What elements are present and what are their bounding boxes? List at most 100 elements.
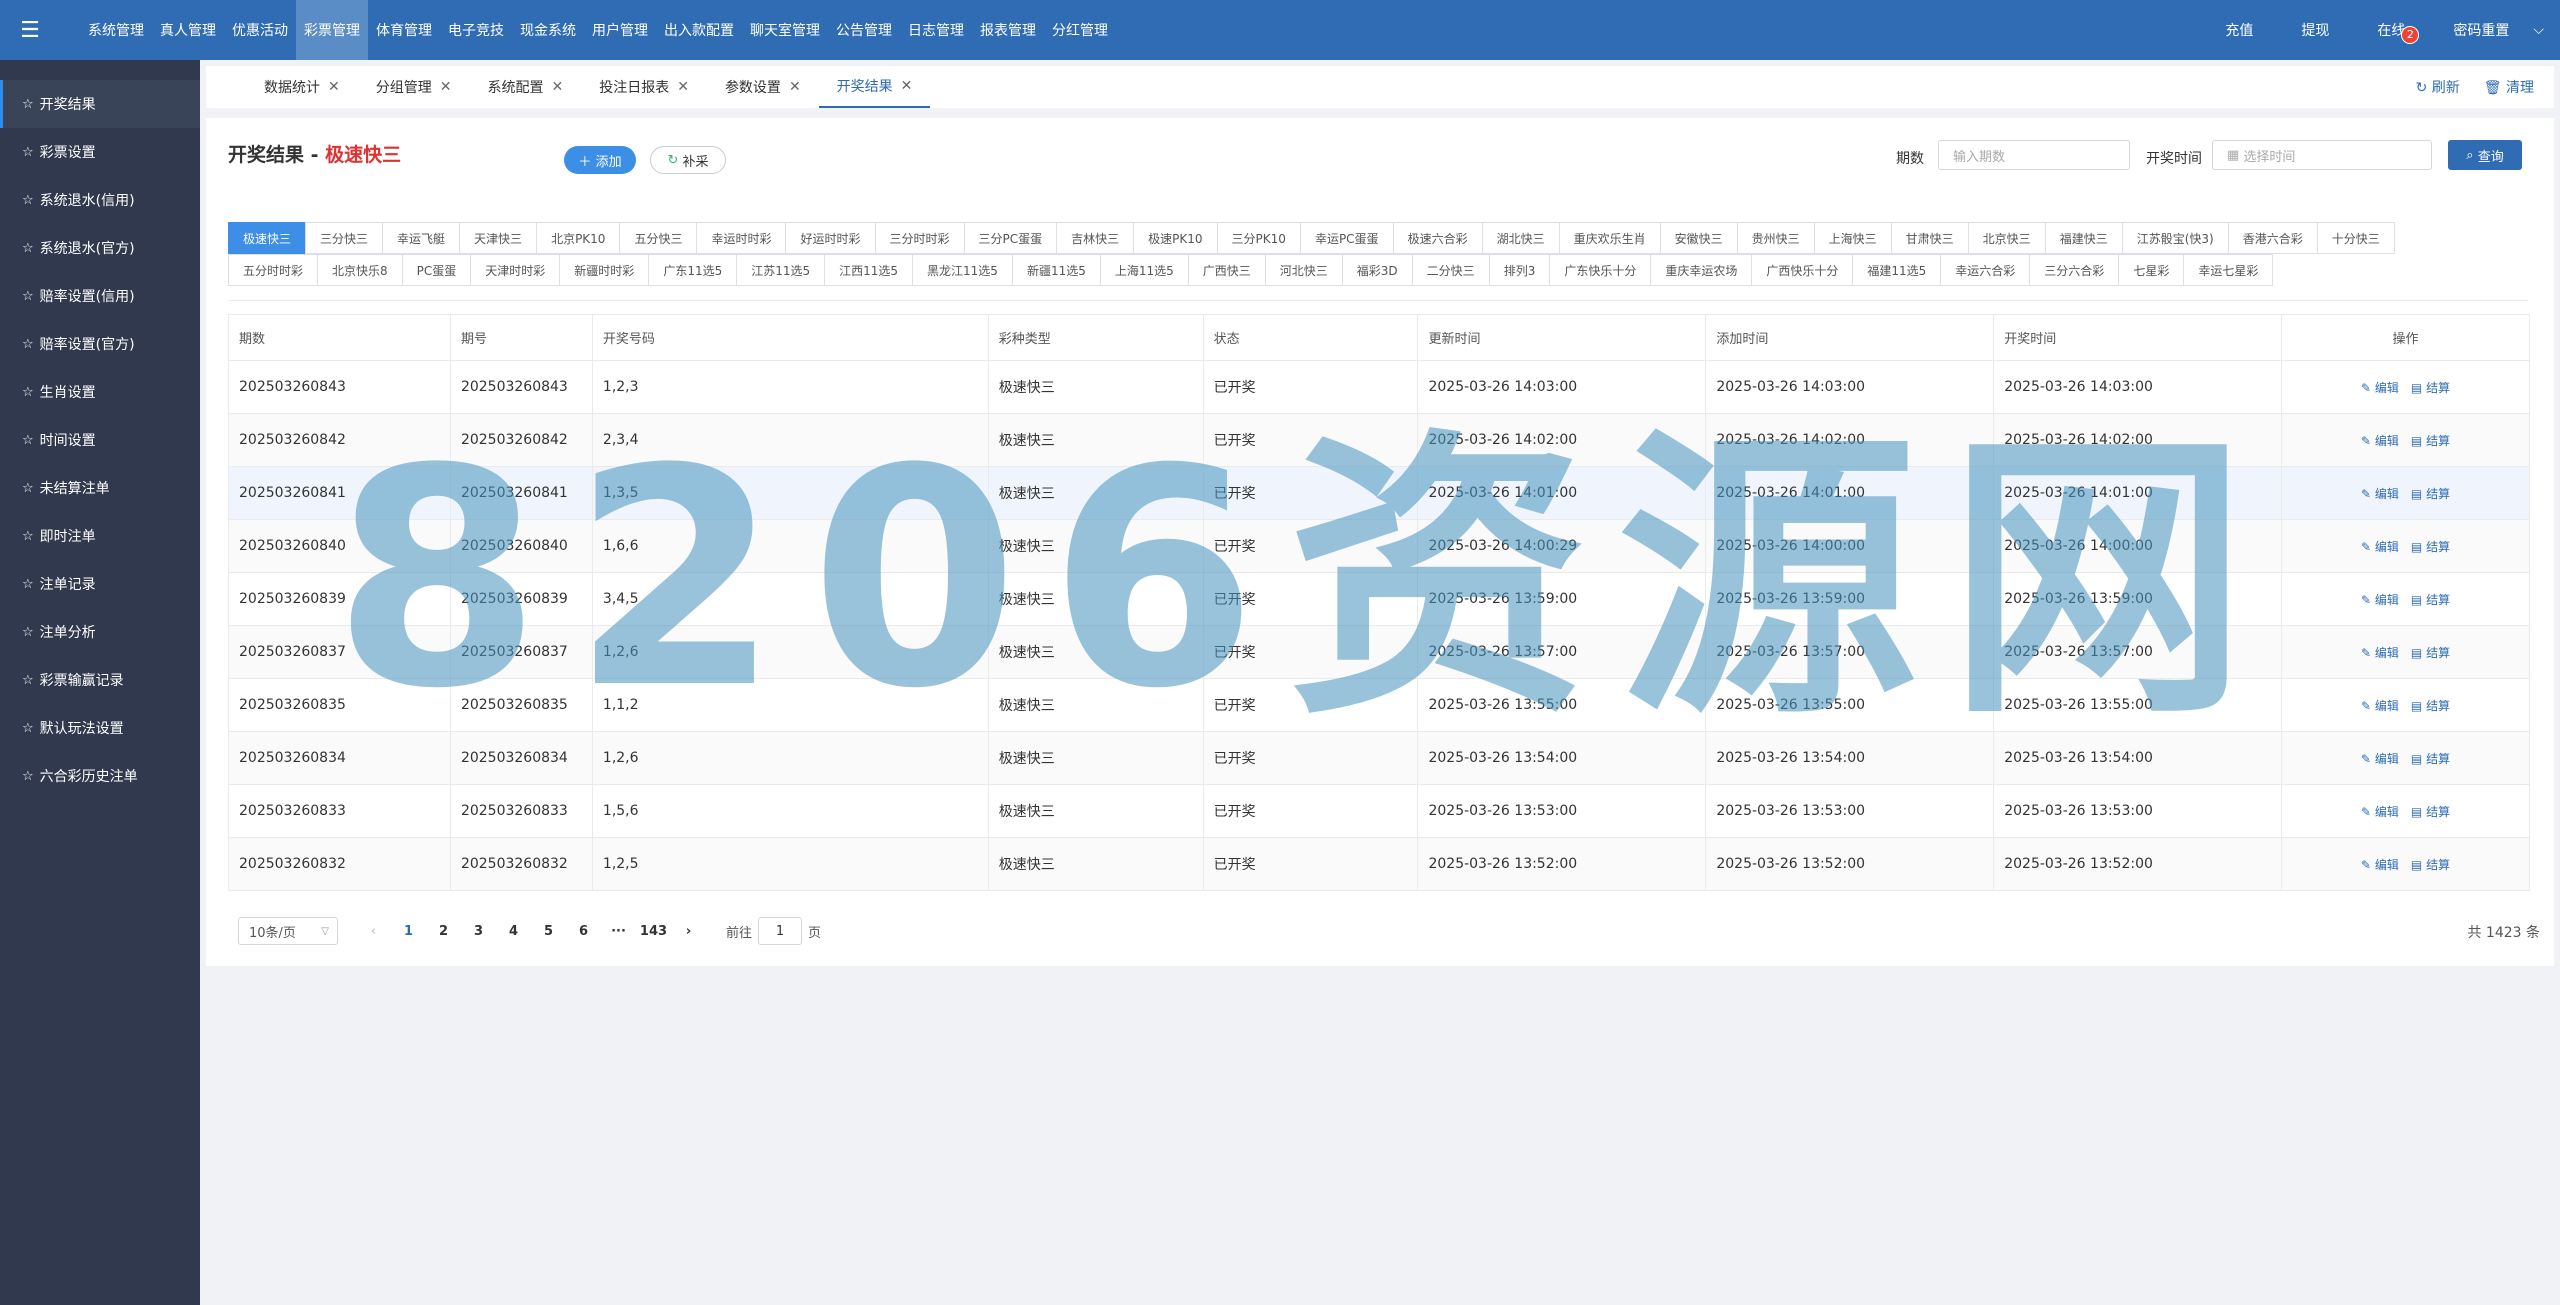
lottery-chip[interactable]: 上海快三 — [1813, 222, 1892, 254]
topnav-item[interactable]: 用户管理 — [584, 0, 656, 60]
lottery-chip[interactable]: 湖北快三 — [1481, 222, 1560, 254]
sidebar-item[interactable]: ☆ 六合彩历史注单 — [0, 752, 200, 800]
settle-link[interactable]: ▤ 结算 — [2411, 646, 2450, 660]
withdraw-link[interactable]: 提现 — [2277, 20, 2353, 40]
lottery-chip[interactable]: 极速六合彩 — [1392, 222, 1483, 254]
lottery-chip[interactable]: 三分时时彩 — [874, 222, 965, 254]
lottery-chip[interactable]: 福建快三 — [2044, 222, 2123, 254]
lottery-chip[interactable]: 上海11选5 — [1099, 254, 1189, 286]
topnav-item[interactable]: 日志管理 — [900, 0, 972, 60]
topnav-item[interactable]: 体育管理 — [368, 0, 440, 60]
topnav-item[interactable]: 公告管理 — [828, 0, 900, 60]
tab-item[interactable]: 系统配置 ✕ — [469, 66, 581, 108]
close-icon[interactable]: ✕ — [328, 79, 340, 95]
issue-filter-input[interactable]: 输入期数 — [1938, 140, 2130, 170]
topnav-item[interactable]: 彩票管理 — [296, 0, 368, 60]
lottery-chip[interactable]: 江苏骰宝(快3) — [2121, 222, 2229, 254]
sidebar-item[interactable]: ☆ 默认玩法设置 — [0, 704, 200, 752]
edit-link[interactable]: ✎ 编辑 — [2361, 593, 2399, 607]
lottery-chip[interactable]: 三分快三 — [305, 222, 384, 254]
lottery-chip[interactable]: 北京快乐8 — [317, 254, 403, 286]
lottery-chip[interactable]: 幸运飞艇 — [382, 222, 461, 254]
lottery-chip[interactable]: 北京快三 — [1967, 222, 2046, 254]
lottery-chip[interactable]: 幸运时时彩 — [696, 222, 787, 254]
close-icon[interactable]: ✕ — [789, 79, 801, 95]
topnav-item[interactable]: 真人管理 — [152, 0, 224, 60]
edit-link[interactable]: ✎ 编辑 — [2361, 805, 2399, 819]
tab-item[interactable]: 分组管理 ✕ — [358, 66, 470, 108]
sidebar-item[interactable]: ☆ 系统退水(信用) — [0, 176, 200, 224]
sidebar-item[interactable]: ☆ 时间设置 — [0, 416, 200, 464]
add-button[interactable]: ＋ 添加 — [564, 146, 636, 174]
lottery-chip[interactable]: 三分PC蛋蛋 — [963, 222, 1058, 254]
sidebar-item[interactable]: ☆ 赔率设置(信用) — [0, 272, 200, 320]
lottery-chip[interactable]: 二分快三 — [1411, 254, 1490, 286]
topnav-item[interactable]: 出入款配置 — [656, 0, 742, 60]
tab-item[interactable]: 投注日报表 ✕ — [581, 66, 707, 108]
online-link[interactable]: 在线 2 — [2353, 20, 2429, 44]
close-icon[interactable]: ✕ — [901, 78, 913, 94]
lottery-chip[interactable]: 三分六合彩 — [2029, 254, 2120, 286]
recollect-button[interactable]: ↻ 补采 — [650, 146, 726, 174]
lottery-chip[interactable]: 广西快乐十分 — [1751, 254, 1854, 286]
edit-link[interactable]: ✎ 编辑 — [2361, 646, 2399, 660]
lottery-chip[interactable]: 重庆欢乐生肖 — [1558, 222, 1661, 254]
topnav-item[interactable]: 分红管理 — [1044, 0, 1116, 60]
prev-page-button[interactable]: ‹ — [356, 924, 391, 939]
edit-link[interactable]: ✎ 编辑 — [2361, 381, 2399, 395]
sidebar-item[interactable]: ☆ 彩票设置 — [0, 128, 200, 176]
lottery-chip[interactable]: 河北快三 — [1264, 254, 1343, 286]
goto-page-input[interactable]: 1 — [758, 917, 803, 945]
settle-link[interactable]: ▤ 结算 — [2411, 805, 2450, 819]
sidebar-item[interactable]: ☆ 未结算注单 — [0, 464, 200, 512]
page-number[interactable]: 4 — [496, 924, 531, 939]
lottery-chip[interactable]: 天津快三 — [459, 222, 538, 254]
settle-link[interactable]: ▤ 结算 — [2411, 381, 2450, 395]
sidebar-item[interactable]: ☆ 生肖设置 — [0, 368, 200, 416]
lottery-chip[interactable]: 幸运PC蛋蛋 — [1299, 222, 1394, 254]
hamburger-menu-icon[interactable]: ☰ — [0, 0, 60, 60]
lottery-chip[interactable]: 广东快乐十分 — [1549, 254, 1652, 286]
page-number[interactable]: 2 — [426, 924, 461, 939]
topnav-item[interactable]: 聊天室管理 — [742, 0, 828, 60]
lottery-chip[interactable]: 吉林快三 — [1056, 222, 1135, 254]
lottery-chip[interactable]: 极速PK10 — [1133, 222, 1218, 254]
query-button[interactable]: ⌕ 查询 — [2448, 140, 2522, 170]
recharge-link[interactable]: 充值 — [2201, 20, 2277, 40]
lottery-chip[interactable]: 三分PK10 — [1216, 222, 1301, 254]
lottery-chip[interactable]: 福建11选5 — [1852, 254, 1942, 286]
lottery-chip[interactable]: 好运时时彩 — [785, 222, 876, 254]
tab-item[interactable]: 开奖结果 ✕ — [818, 66, 931, 108]
lottery-chip[interactable]: 排列3 — [1488, 254, 1551, 286]
page-size-select[interactable]: 10条/页 ▽ — [238, 917, 338, 945]
tab-item[interactable]: 数据统计 ✕ — [246, 66, 358, 108]
edit-link[interactable]: ✎ 编辑 — [2361, 434, 2399, 448]
lottery-chip[interactable]: 福彩3D — [1341, 254, 1413, 286]
settle-link[interactable]: ▤ 结算 — [2411, 699, 2450, 713]
edit-link[interactable]: ✎ 编辑 — [2361, 540, 2399, 554]
settle-link[interactable]: ▤ 结算 — [2411, 540, 2450, 554]
lottery-chip[interactable]: 北京PK10 — [536, 222, 621, 254]
lottery-chip[interactable]: 广东11选5 — [648, 254, 738, 286]
clear-button[interactable]: 🗑 清理 — [2484, 77, 2534, 97]
lottery-chip[interactable]: 新疆11选5 — [1011, 254, 1101, 286]
settle-link[interactable]: ▤ 结算 — [2411, 858, 2450, 872]
page-number[interactable]: 1 — [391, 924, 426, 939]
lottery-chip[interactable]: 七星彩 — [2118, 254, 2185, 286]
lottery-chip[interactable]: 幸运七星彩 — [2183, 254, 2274, 286]
settle-link[interactable]: ▤ 结算 — [2411, 434, 2450, 448]
lottery-chip[interactable]: 新疆时时彩 — [559, 254, 650, 286]
lottery-chip[interactable]: 十分快三 — [2316, 222, 2395, 254]
sidebar-item[interactable]: ☆ 注单分析 — [0, 608, 200, 656]
topnav-item[interactable]: 报表管理 — [972, 0, 1044, 60]
sidebar-item[interactable]: ☆ 即时注单 — [0, 512, 200, 560]
lottery-chip[interactable]: 安徽快三 — [1659, 222, 1738, 254]
close-icon[interactable]: ✕ — [440, 79, 452, 95]
sidebar-item[interactable]: ☆ 注单记录 — [0, 560, 200, 608]
sidebar-item[interactable]: ☆ 系统退水(官方) — [0, 224, 200, 272]
page-number[interactable]: 5 — [531, 924, 566, 939]
edit-link[interactable]: ✎ 编辑 — [2361, 487, 2399, 501]
settle-link[interactable]: ▤ 结算 — [2411, 487, 2450, 501]
edit-link[interactable]: ✎ 编辑 — [2361, 858, 2399, 872]
lottery-chip[interactable]: 贵州快三 — [1736, 222, 1815, 254]
